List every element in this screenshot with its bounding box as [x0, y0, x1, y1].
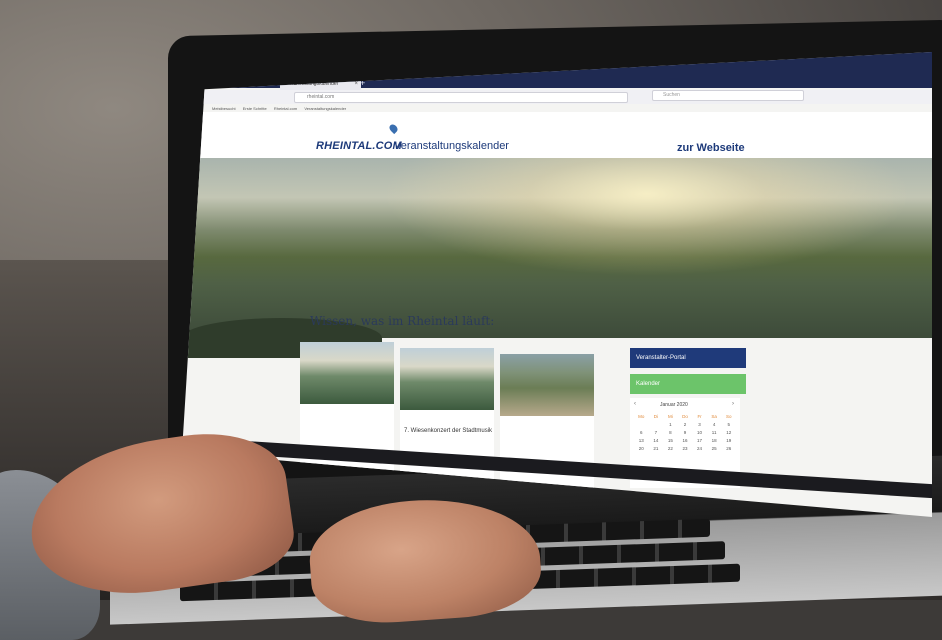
calendar-day[interactable]: 12 — [721, 430, 736, 435]
weekday-header: Fr — [697, 414, 702, 419]
hero-landscape-image — [182, 158, 932, 358]
site-header — [182, 112, 932, 162]
bookmark-item[interactable]: Meistbesucht — [212, 106, 236, 111]
calendar-day — [634, 422, 649, 427]
calendar-day[interactable]: 23 — [678, 446, 693, 451]
bookmark-item[interactable]: Veranstaltungskalender — [304, 106, 346, 111]
calendar-day[interactable]: 3 — [692, 422, 707, 427]
calendar-day[interactable]: 10 — [692, 430, 707, 435]
chevron-right-icon[interactable]: › — [732, 401, 734, 407]
calendar-day[interactable]: 24 — [692, 446, 707, 451]
calendar-day[interactable]: 17 — [692, 438, 707, 443]
calendar-day[interactable]: 22 — [663, 446, 678, 451]
site-logo[interactable]: RHEINTAL.COM — [316, 140, 402, 152]
search-input[interactable]: Suchen — [652, 90, 804, 101]
address-bar[interactable]: rheintal.com — [294, 92, 628, 103]
page-title: Wissen, was im Rheintal läuft: — [310, 314, 495, 328]
calendar-day[interactable]: 26 — [721, 446, 736, 451]
event-title: 7. Wiesenkonzert der Stadtmusik — [404, 428, 493, 434]
weekday-header: Di — [653, 414, 658, 419]
calendar-day[interactable]: 5 — [721, 422, 736, 427]
chevron-left-icon[interactable]: ‹ — [634, 401, 636, 407]
calendar-day[interactable]: 6 — [634, 430, 649, 435]
calendar-button[interactable]: Kalender — [630, 374, 746, 394]
event-image — [500, 354, 594, 416]
site-logo-subtitle: Veranstaltungskalender — [394, 140, 509, 152]
calendar-day[interactable]: 2 — [678, 422, 693, 427]
calendar-day[interactable]: 16 — [678, 438, 693, 443]
calendar-day[interactable]: 7 — [649, 430, 664, 435]
event-image — [300, 342, 394, 404]
weekday-header: Mi — [668, 414, 673, 419]
calendar-day[interactable]: 14 — [649, 438, 664, 443]
calendar-day[interactable]: 15 — [663, 438, 678, 443]
calendar-day[interactable]: 8 — [663, 430, 678, 435]
calendar-day — [649, 422, 664, 427]
calendar-day[interactable]: 25 — [707, 446, 722, 451]
calendar-month: Januar 2020 — [660, 402, 688, 408]
calendar-day[interactable]: 13 — [634, 438, 649, 443]
calendar-day[interactable]: 18 — [707, 438, 722, 443]
bookmark-item[interactable]: Erste Schritte — [243, 106, 267, 111]
organizer-portal-button[interactable]: Veranstalter-Portal — [630, 348, 746, 368]
event-image — [400, 348, 494, 410]
weekday-header: Sa — [711, 414, 717, 419]
calendar-day[interactable]: 11 — [707, 430, 722, 435]
laptop-screen: ··· Veranstaltungskalender × + rheintal.… — [182, 52, 932, 517]
bookmarks-bar: Meistbesucht Erste Schritte Rheintal.com… — [212, 106, 352, 111]
calendar-day[interactable]: 9 — [678, 430, 693, 435]
calendar-day[interactable]: 19 — [721, 438, 736, 443]
calendar-day[interactable]: 20 — [634, 446, 649, 451]
url-text: rheintal.com — [307, 94, 335, 100]
weekday-header: Mo — [638, 414, 645, 419]
calendar-day[interactable]: 21 — [649, 446, 664, 451]
weekday-header: Do — [682, 414, 688, 419]
weekday-header: So — [725, 414, 732, 419]
calendar-day[interactable]: 1 — [663, 422, 678, 427]
calendar-grid: Mo Di Mi Do Fr Sa So 1 2 3 4 5 6 7 8 9 10 11 12 13 14 15 16 17 1… — [634, 414, 736, 451]
bookmark-item[interactable]: Rheintal.com — [274, 106, 297, 111]
search-placeholder: Suchen — [663, 92, 680, 98]
website-link[interactable]: zur Webseite — [677, 142, 745, 154]
calendar-day[interactable]: 4 — [707, 422, 722, 427]
